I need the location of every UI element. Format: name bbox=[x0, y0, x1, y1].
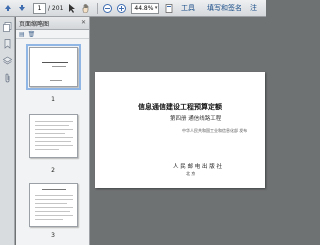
zoom-select[interactable]: 44.8% ▾ bbox=[131, 2, 160, 14]
page-total: / 201 bbox=[48, 4, 64, 12]
hand-icon bbox=[83, 3, 89, 13]
thumbnail-text-line bbox=[42, 189, 66, 190]
thumbnail-text-line bbox=[35, 145, 73, 146]
minus-circle-icon bbox=[102, 3, 112, 13]
document-editor: 中华人民共和国工业和信息化部 发布 bbox=[182, 128, 248, 133]
panel-toolbar: ▤ 🗑 bbox=[16, 30, 89, 39]
thumbnail-text-line bbox=[35, 125, 69, 126]
menu-tools[interactable]: 工具 bbox=[181, 3, 195, 13]
thumbnail-publisher-line bbox=[50, 80, 62, 81]
thumbnail-number: 1 bbox=[51, 96, 55, 103]
page-thumbnail-2[interactable] bbox=[29, 114, 78, 158]
document-publisher: 人 民 邮 电 出 版 社 bbox=[173, 164, 222, 170]
close-icon[interactable]: ✕ bbox=[81, 19, 86, 26]
chevron-down-icon: ▾ bbox=[154, 4, 158, 11]
delete-page-icon[interactable]: 🗑 bbox=[28, 31, 36, 38]
previous-page-button[interactable] bbox=[2, 2, 14, 14]
menu-fill-sign[interactable]: 填写和签名 bbox=[207, 3, 242, 13]
options-menu-icon[interactable]: ▤ bbox=[19, 31, 25, 38]
page-thumbnails-toggle[interactable] bbox=[2, 21, 13, 32]
page-number-input[interactable]: 1 bbox=[33, 2, 46, 14]
bookmarks-toggle[interactable] bbox=[2, 38, 13, 49]
next-page-button[interactable] bbox=[16, 2, 28, 14]
thumbnail-subtitle-line bbox=[52, 66, 66, 67]
thumbnail-text-line bbox=[35, 215, 73, 216]
thumbnail-text-line bbox=[35, 129, 73, 130]
toolbar-separator bbox=[97, 2, 99, 14]
select-tool-button[interactable] bbox=[66, 2, 78, 14]
thumbnail-number: 3 bbox=[51, 232, 55, 239]
zoom-value: 44.8% bbox=[134, 4, 154, 12]
thumbnail-text-line bbox=[35, 211, 70, 212]
layers-icon bbox=[3, 56, 12, 64]
thumbnail-number: 2 bbox=[51, 167, 55, 174]
thumbnails-panel: 页面缩略图 ✕ ▤ 🗑 1 2 3 bbox=[16, 17, 90, 245]
thumbnail-text-line bbox=[35, 199, 73, 200]
thumbnail-text-line bbox=[35, 195, 73, 196]
page-thumbnail-3[interactable] bbox=[29, 183, 78, 227]
thumbnail-text-line bbox=[35, 207, 73, 208]
thumbnail-text-line bbox=[35, 133, 65, 134]
document-subtitle: 第四册 通信线路工程 bbox=[170, 116, 222, 122]
thumbnail-text-line bbox=[35, 149, 59, 150]
attachments-toggle[interactable] bbox=[2, 72, 13, 83]
thumbnail-text-line bbox=[35, 137, 73, 138]
bookmark-icon bbox=[4, 38, 11, 49]
fit-page-button[interactable] bbox=[163, 2, 175, 14]
hand-tool-button[interactable] bbox=[80, 2, 92, 14]
zoom-in-button[interactable] bbox=[115, 2, 127, 14]
page-thumbnail-1[interactable] bbox=[26, 44, 81, 90]
document-title: 信息通信建设工程预算定额 bbox=[138, 103, 222, 111]
document-view[interactable]: 信息通信建设工程预算定额 第四册 通信线路工程 中华人民共和国工业和信息化部 发… bbox=[91, 17, 266, 245]
panel-title: 页面缩略图 bbox=[19, 20, 50, 28]
thumbnail-text-line bbox=[35, 219, 63, 220]
fit-page-icon bbox=[166, 3, 173, 13]
thumbnail-text-line bbox=[35, 121, 73, 122]
paperclip-icon bbox=[5, 73, 10, 82]
document-page: 信息通信建设工程预算定额 第四册 通信线路工程 中华人民共和国工业和信息化部 发… bbox=[95, 72, 265, 188]
document-city: 北 京 bbox=[186, 171, 196, 176]
panel-header: 页面缩略图 ✕ bbox=[16, 17, 89, 30]
arrow-down-icon bbox=[19, 5, 25, 11]
thumbnail-text-line bbox=[35, 203, 67, 204]
navigation-icon-strip bbox=[0, 17, 15, 245]
pages-icon bbox=[3, 21, 12, 32]
thumbnail-text-line bbox=[35, 141, 71, 142]
plus-circle-icon bbox=[116, 3, 126, 13]
thumbnail-title-line bbox=[42, 62, 68, 63]
arrow-up-icon bbox=[5, 5, 11, 11]
zoom-out-button[interactable] bbox=[101, 2, 113, 14]
layers-toggle[interactable] bbox=[2, 55, 13, 66]
menu-comment[interactable]: 注 bbox=[250, 3, 257, 13]
cursor-arrow-icon bbox=[69, 3, 76, 13]
